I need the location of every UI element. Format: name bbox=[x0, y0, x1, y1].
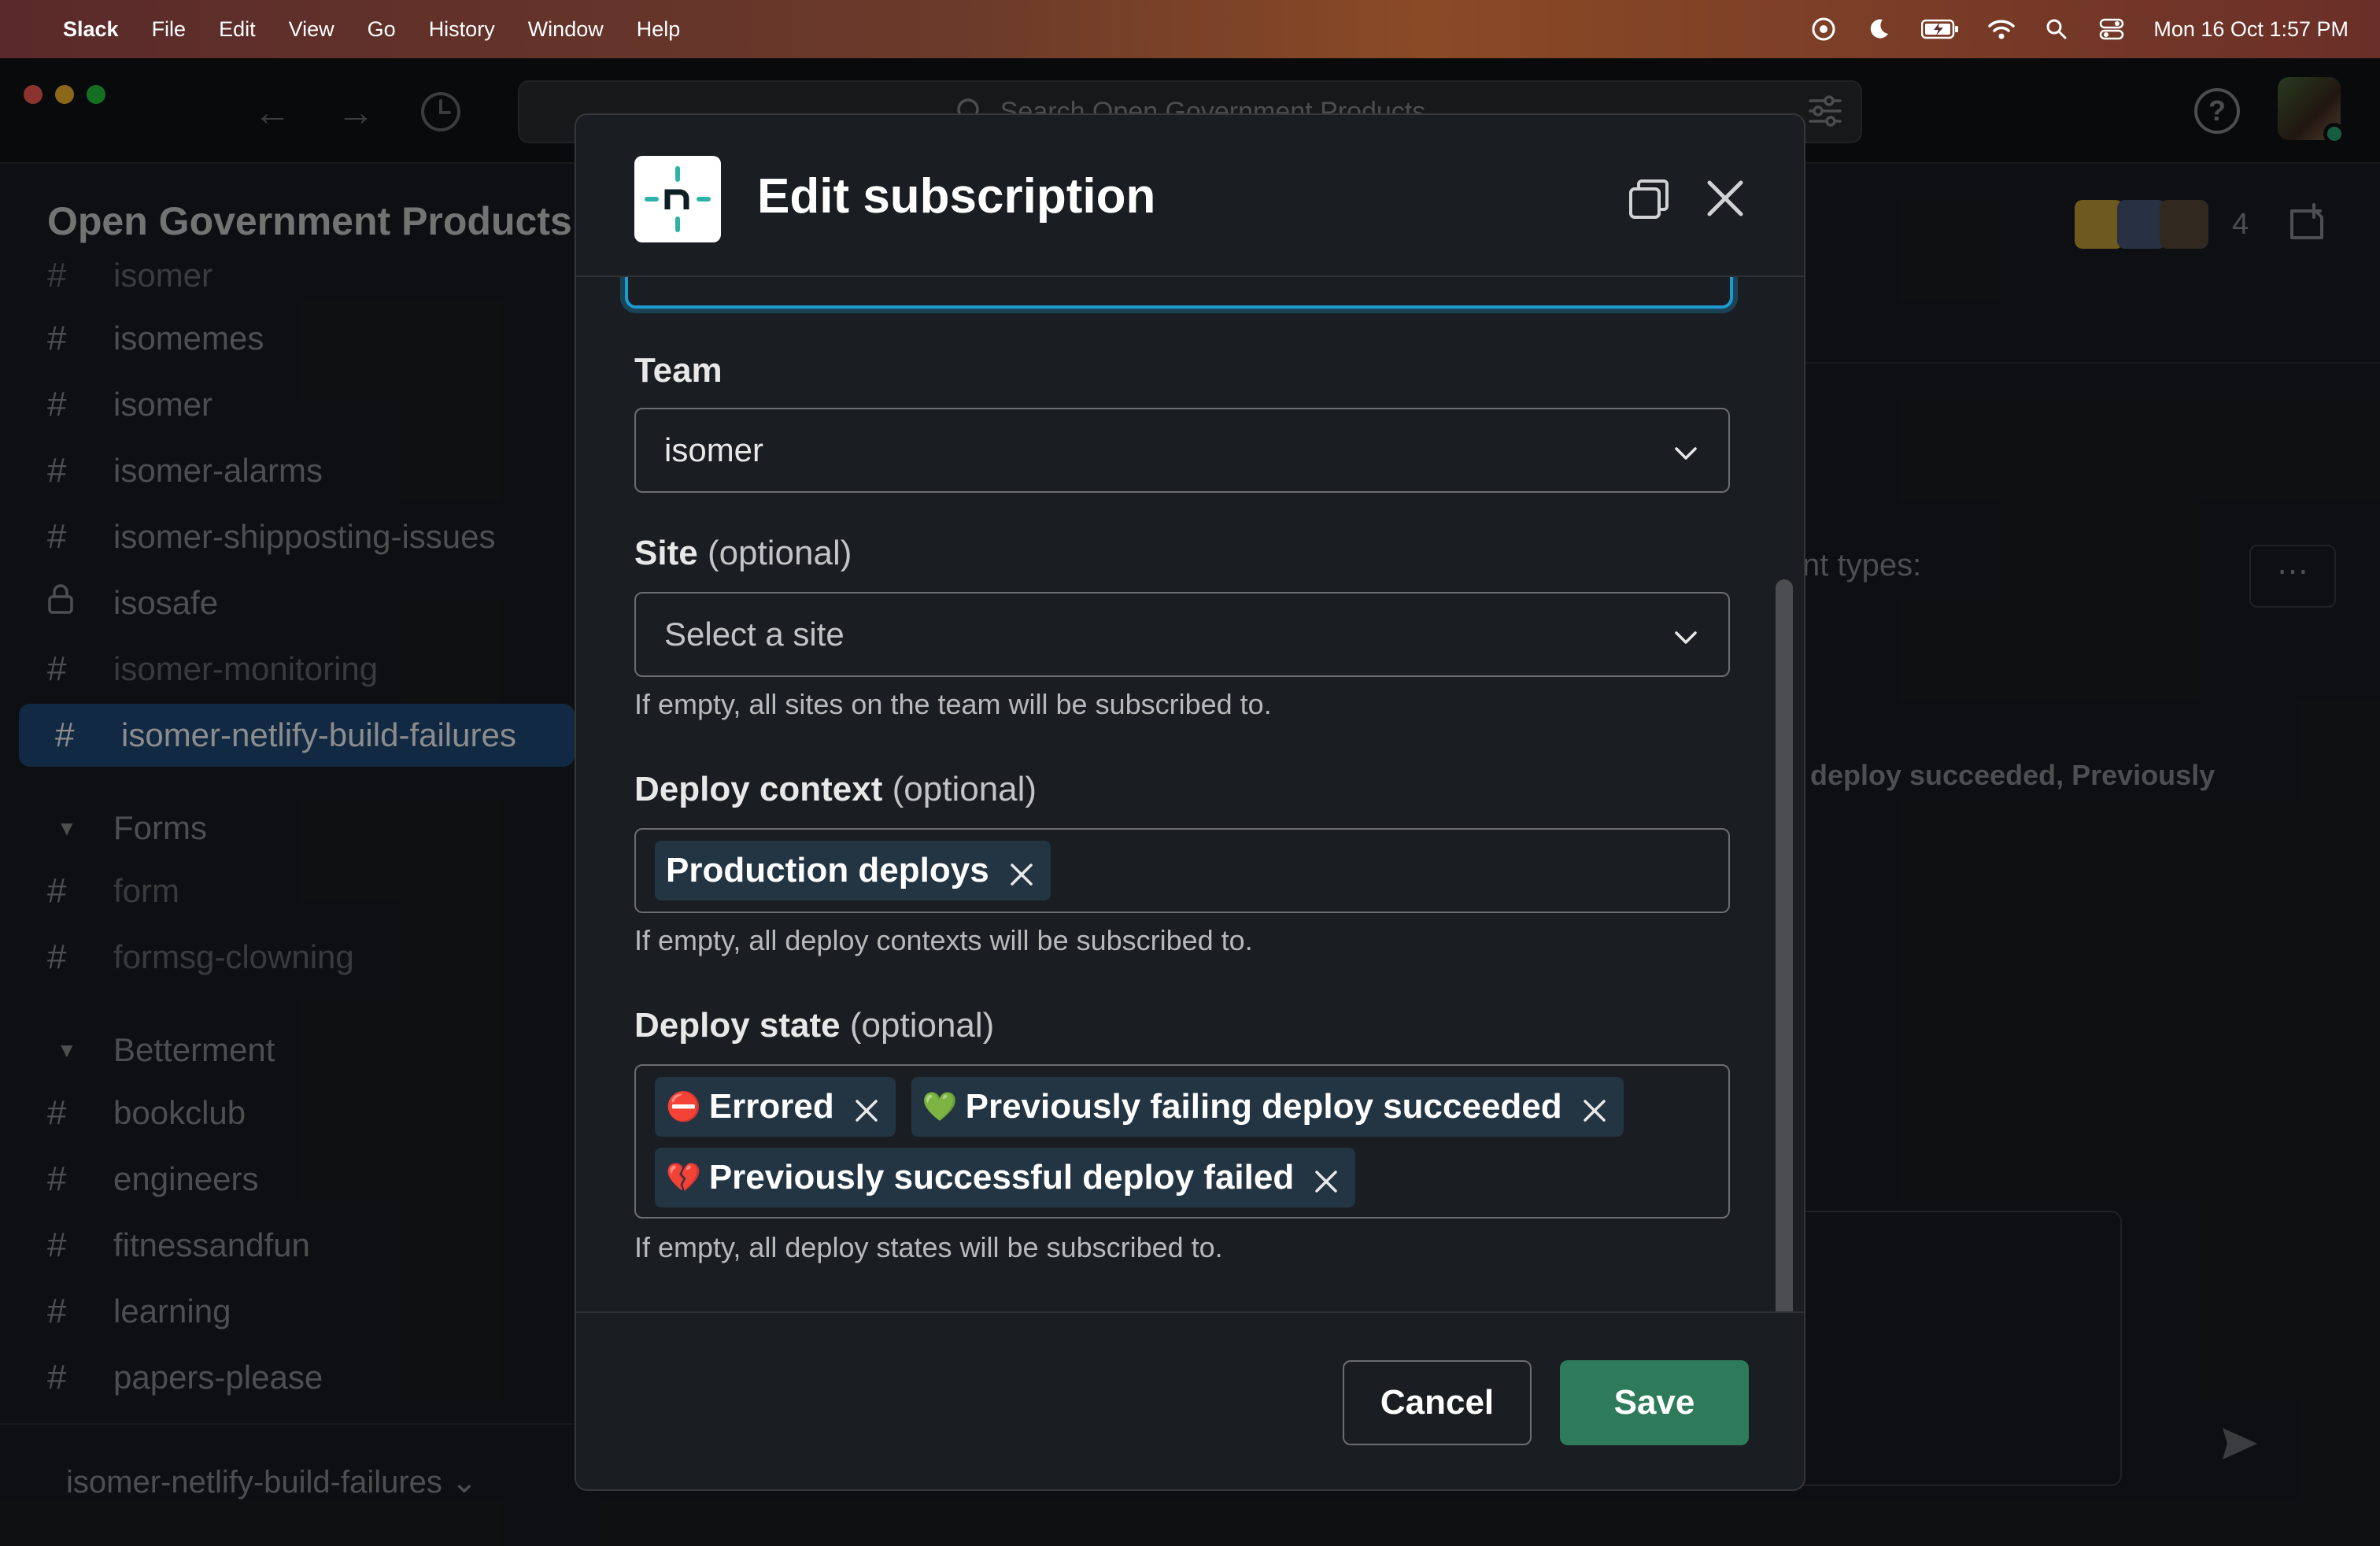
site-label: Site (optional) bbox=[634, 534, 852, 572]
chip-label: Production deploys bbox=[666, 851, 989, 890]
chip-previously-failing-deploy-succeeded: 💚 Previously failing deploy succeeded bbox=[911, 1077, 1624, 1137]
deploy-state-hint: If empty, all deploy states will be subs… bbox=[634, 1231, 1223, 1263]
menu-file[interactable]: File bbox=[152, 17, 187, 42]
menu-go[interactable]: Go bbox=[368, 17, 396, 42]
modal-body: Team isomer Site (optional) Select a sit… bbox=[576, 246, 1804, 1311]
broken-heart-icon: 💔 bbox=[666, 1161, 701, 1193]
site-select-placeholder: Select a site bbox=[664, 616, 844, 653]
chip-label: Previously failing deploy succeeded bbox=[965, 1087, 1562, 1126]
site-hint: If empty, all sites on the team will be … bbox=[634, 688, 1272, 720]
save-button[interactable]: Save bbox=[1560, 1360, 1749, 1445]
team-select-value: isomer bbox=[664, 431, 764, 468]
chip-label: Previously successful deploy failed bbox=[708, 1158, 1295, 1196]
green-heart-icon: 💚 bbox=[922, 1090, 958, 1123]
team-label: Team bbox=[634, 351, 722, 390]
optional-tag: (optional) bbox=[707, 534, 852, 572]
deploy-state-multiselect[interactable]: ⛔ Errored 💚 Previously failing deploy su… bbox=[634, 1064, 1730, 1219]
chevron-down-icon bbox=[1672, 622, 1700, 650]
chip-production-deploys: Production deploys bbox=[655, 841, 1051, 901]
team-select[interactable]: isomer bbox=[634, 408, 1730, 493]
remove-chip-icon[interactable] bbox=[853, 1093, 880, 1122]
chip-errored: ⛔ Errored bbox=[655, 1077, 896, 1137]
modal-header: Edit subscription bbox=[576, 115, 1804, 277]
remove-chip-icon[interactable] bbox=[1008, 857, 1035, 886]
deploy-state-label: Deploy state (optional) bbox=[634, 1006, 995, 1045]
chip-previously-successful-deploy-failed: 💔 Previously successful deploy failed bbox=[655, 1148, 1356, 1208]
deploy-context-hint: If empty, all deploy contexts will be su… bbox=[634, 924, 1253, 956]
chevron-down-icon bbox=[1672, 438, 1700, 466]
netlify-logo-icon bbox=[634, 156, 721, 242]
edit-subscription-modal: Team isomer Site (optional) Select a sit… bbox=[575, 113, 1805, 1491]
menu-window[interactable]: Window bbox=[528, 17, 604, 42]
spotlight-search-icon[interactable] bbox=[2043, 16, 2070, 43]
optional-tag: (optional) bbox=[892, 770, 1037, 808]
no-entry-icon: ⛔ bbox=[666, 1090, 701, 1123]
menu-history[interactable]: History bbox=[429, 17, 495, 42]
optional-tag: (optional) bbox=[849, 1006, 995, 1045]
popout-icon[interactable] bbox=[1628, 178, 1670, 220]
menu-bar: Slack File Edit View Go History Window H… bbox=[0, 0, 2380, 58]
modal-scrollbar[interactable] bbox=[1776, 579, 1793, 1422]
remove-chip-icon[interactable] bbox=[1313, 1164, 1340, 1193]
wifi-icon[interactable] bbox=[1988, 16, 2016, 43]
site-select[interactable]: Select a site bbox=[634, 592, 1730, 677]
remove-chip-icon[interactable] bbox=[1581, 1093, 1608, 1122]
close-icon[interactable] bbox=[1702, 175, 1749, 222]
deploy-context-label: Deploy context (optional) bbox=[634, 770, 1037, 808]
menu-clock[interactable]: Mon 16 Oct 1:57 PM bbox=[2153, 17, 2349, 42]
battery-icon[interactable] bbox=[1920, 16, 1960, 43]
control-center-icon[interactable] bbox=[2098, 16, 2125, 43]
menu-help[interactable]: Help bbox=[637, 17, 681, 42]
menu-view[interactable]: View bbox=[289, 17, 334, 42]
cancel-button[interactable]: Cancel bbox=[1343, 1360, 1532, 1445]
chip-label: Errored bbox=[708, 1087, 834, 1126]
modal-footer: Cancel Save bbox=[576, 1311, 1804, 1489]
menu-edit[interactable]: Edit bbox=[219, 17, 256, 42]
moon-icon[interactable] bbox=[1865, 16, 1892, 43]
deploy-context-multiselect[interactable]: Production deploys bbox=[634, 828, 1730, 913]
menu-app-name[interactable]: Slack bbox=[63, 17, 119, 42]
modal-title: Edit subscription bbox=[757, 169, 1156, 224]
accessibility-icon[interactable] bbox=[1810, 16, 1837, 43]
